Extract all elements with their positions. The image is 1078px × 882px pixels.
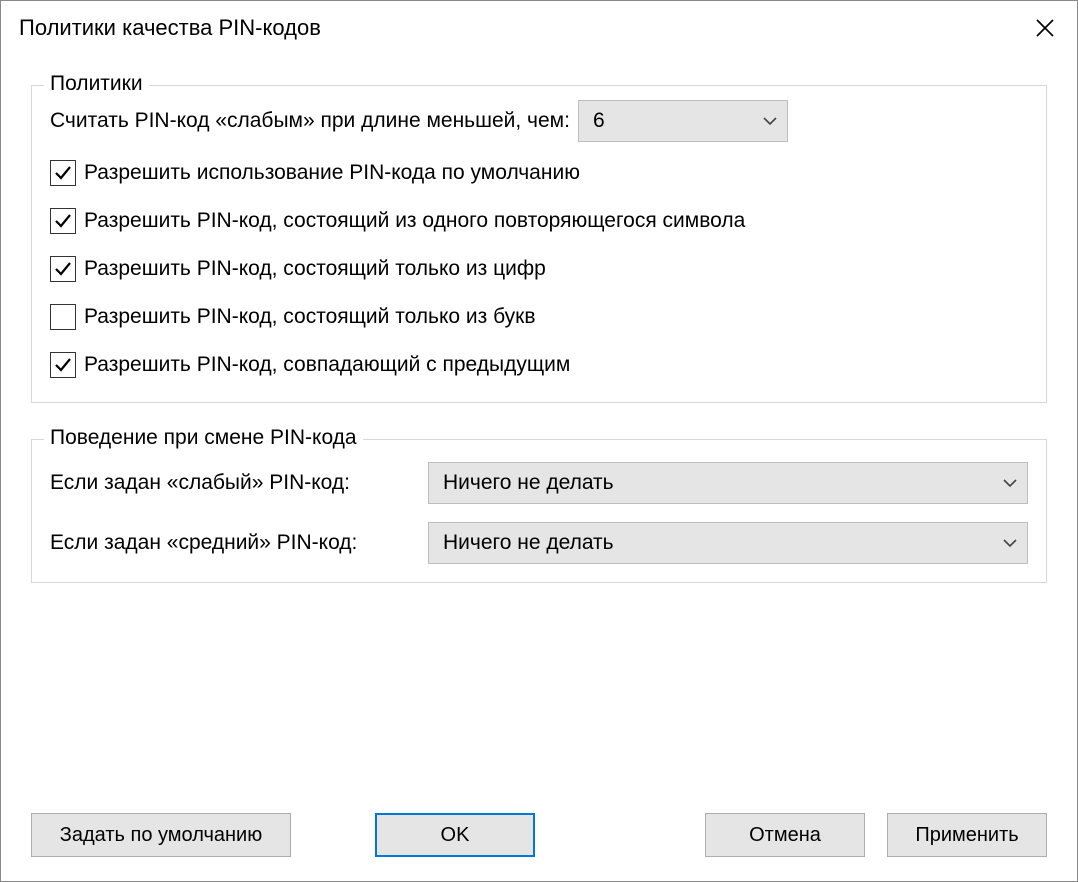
close-button[interactable] xyxy=(1025,8,1065,48)
policies-fieldset: Политики Считать PIN-код «слабым» при дл… xyxy=(31,85,1047,403)
policy-checkbox-label[interactable]: Разрешить PIN-код, совпадающий с предыду… xyxy=(84,353,570,377)
weak-length-label: Считать PIN-код «слабым» при длине меньш… xyxy=(50,109,570,133)
dialog-window: Политики качества PIN-кодов Политики Счи… xyxy=(0,0,1078,882)
button-row: Задать по умолчанию OK Отмена Применить xyxy=(31,783,1047,857)
policy-checkbox-2[interactable] xyxy=(50,256,76,282)
weak-length-select[interactable]: 6 xyxy=(578,100,788,142)
ok-button[interactable]: OK xyxy=(375,813,535,857)
policy-checkbox-3[interactable] xyxy=(50,304,76,330)
policy-checkbox-label[interactable]: Разрешить PIN-код, состоящий из одного п… xyxy=(84,209,745,233)
weak-pin-behavior-select[interactable]: Ничего не делать xyxy=(428,462,1028,504)
policy-checkbox-row: Разрешить PIN-код, совпадающий с предыду… xyxy=(50,352,1028,378)
checkmark-icon xyxy=(54,356,72,374)
chevron-down-icon xyxy=(763,116,777,126)
policy-checkbox-row: Разрешить PIN-код, состоящий только из б… xyxy=(50,304,1028,330)
weak-length-row: Считать PIN-код «слабым» при длине меньш… xyxy=(50,100,1028,142)
medium-pin-behavior-label: Если задан «средний» PIN-код: xyxy=(50,531,420,555)
policy-checkbox-4[interactable] xyxy=(50,352,76,378)
window-title: Политики качества PIN-кодов xyxy=(19,15,321,41)
medium-pin-behavior-row: Если задан «средний» PIN-код: Ничего не … xyxy=(50,522,1028,564)
policies-legend: Политики xyxy=(44,72,149,96)
medium-pin-behavior-select[interactable]: Ничего не делать xyxy=(428,522,1028,564)
weak-pin-behavior-value: Ничего не делать xyxy=(443,471,614,495)
policy-checkbox-row: Разрешить использование PIN-кода по умол… xyxy=(50,160,1028,186)
policy-checkbox-1[interactable] xyxy=(50,208,76,234)
policy-checkbox-label[interactable]: Разрешить PIN-код, состоящий только из ц… xyxy=(84,257,546,281)
behavior-legend: Поведение при смене PIN-кода xyxy=(44,426,363,450)
cancel-button[interactable]: Отмена xyxy=(705,813,865,857)
dialog-content: Политики Считать PIN-код «слабым» при дл… xyxy=(1,55,1077,881)
behavior-fieldset: Поведение при смене PIN-кода Если задан … xyxy=(31,439,1047,583)
weak-length-value: 6 xyxy=(593,109,605,133)
policy-checkbox-label[interactable]: Разрешить использование PIN-кода по умол… xyxy=(84,161,580,185)
policy-checkbox-label[interactable]: Разрешить PIN-код, состоящий только из б… xyxy=(84,305,536,329)
medium-pin-behavior-value: Ничего не делать xyxy=(443,531,614,555)
policy-checkbox-row: Разрешить PIN-код, состоящий из одного п… xyxy=(50,208,1028,234)
titlebar: Политики качества PIN-кодов xyxy=(1,1,1077,55)
set-defaults-button[interactable]: Задать по умолчанию xyxy=(31,813,291,857)
apply-button[interactable]: Применить xyxy=(887,813,1047,857)
checkmark-icon xyxy=(54,212,72,230)
policy-checkbox-0[interactable] xyxy=(50,160,76,186)
checkmark-icon xyxy=(54,164,72,182)
weak-pin-behavior-label: Если задан «слабый» PIN-код: xyxy=(50,471,420,495)
close-icon xyxy=(1035,18,1055,38)
chevron-down-icon xyxy=(1003,538,1017,548)
checkmark-icon xyxy=(54,260,72,278)
weak-pin-behavior-row: Если задан «слабый» PIN-код: Ничего не д… xyxy=(50,462,1028,504)
policy-checkbox-row: Разрешить PIN-код, состоящий только из ц… xyxy=(50,256,1028,282)
chevron-down-icon xyxy=(1003,478,1017,488)
